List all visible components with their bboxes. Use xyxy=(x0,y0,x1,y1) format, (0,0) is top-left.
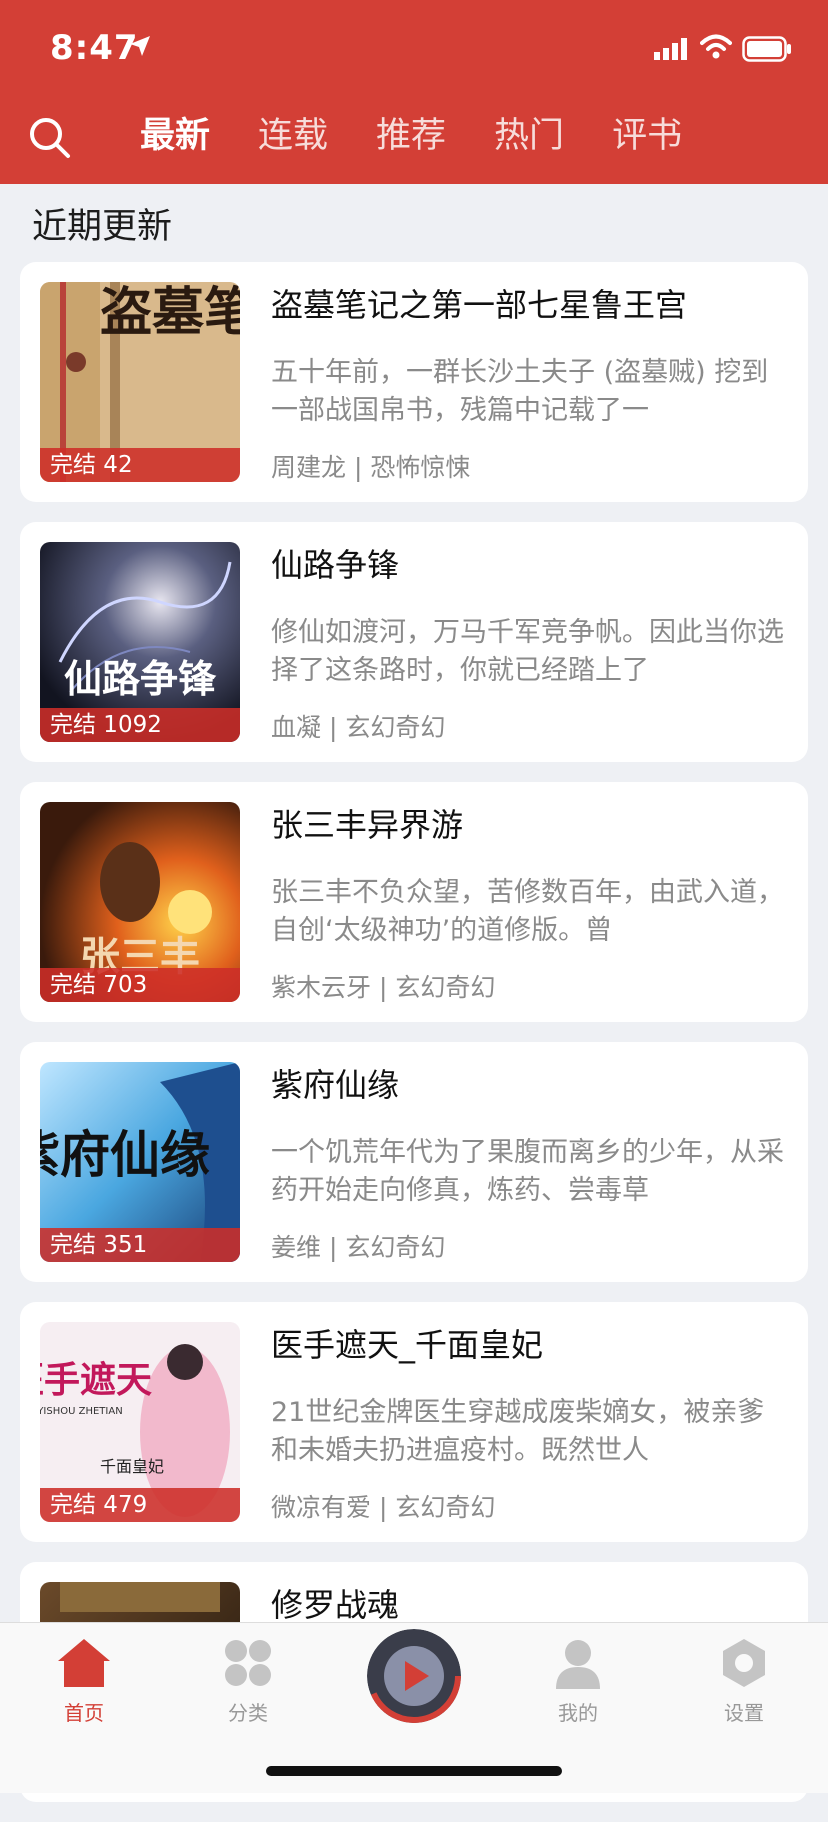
cover-title-text: 医手遮天 xyxy=(40,1360,152,1401)
book-author: 微凉有爱 xyxy=(271,1493,372,1522)
cover-title-text: 盗墓笔 xyxy=(100,283,240,343)
home-indicator[interactable] xyxy=(266,1766,562,1776)
book-card[interactable]: 仙路争锋 完结 1092 仙路争锋 修仙如渡河，万马千军竞争帆。因此当你选择了这… xyxy=(20,522,808,762)
user-icon xyxy=(556,1640,600,1689)
bottom-tab-label: 设置 xyxy=(724,1701,764,1725)
book-description: 一个饥荒年代为了果腹而离乡的少年，从采药开始走向修真，炼药、尝毒草 xyxy=(271,1137,784,1206)
search-icon[interactable] xyxy=(28,116,72,160)
book-card[interactable]: 张三丰 完结 703 张三丰异界游 张三丰不负众望，苦修数百年，由武入道，自创‘… xyxy=(20,782,808,1022)
home-icon xyxy=(58,1639,110,1687)
book-description: 21世纪金牌医生穿越成废柴嫡女，被亲爹和未婚夫扔进瘟疫村。既然世人 xyxy=(271,1397,765,1466)
signal-icon xyxy=(654,38,687,60)
book-author: 紫木云牙 xyxy=(271,973,372,1002)
book-title: 紫府仙缘 xyxy=(271,1066,400,1104)
tab-latest[interactable]: 最新 xyxy=(140,112,210,160)
book-card[interactable]: 医手遮天 YISHOU ZHETIAN 千面皇妃 完结 479 医手遮天_千面皇… xyxy=(20,1302,808,1542)
bottom-tab-label: 我的 xyxy=(558,1701,598,1725)
book-cover: 盗墓笔 完结 42 xyxy=(40,282,240,482)
book-meta: 微凉有爱 | 玄幻奇幻 xyxy=(271,1488,495,1524)
bottom-tab-category[interactable]: 分类 xyxy=(188,1637,308,1726)
book-title: 张三丰异界游 xyxy=(271,806,464,844)
bottom-tab-label: 首页 xyxy=(64,1701,104,1725)
status-badge: 完结 1092 xyxy=(40,708,240,742)
book-card[interactable]: 盗墓笔 完结 42 盗墓笔记之第一部七星鲁王宫 五十年前，一群长沙土夫子 (盗墓… xyxy=(20,262,808,502)
book-genre: 玄幻奇幻 xyxy=(345,713,446,742)
book-cover: 仙路争锋 完结 1092 xyxy=(40,542,240,742)
book-genre: 玄幻奇幻 xyxy=(345,1233,446,1262)
tab-recommended[interactable]: 推荐 xyxy=(376,112,446,160)
battery-icon xyxy=(742,36,791,62)
book-description: 修仙如渡河，万马千军竞争帆。因此当你选择了这条路时，你就已经踏上了 xyxy=(271,617,784,686)
book-cover: 紫府仙缘 完结 351 xyxy=(40,1062,240,1262)
location-arrow-icon xyxy=(130,36,150,56)
book-card[interactable]: 紫府仙缘 完结 351 紫府仙缘 一个饥荒年代为了果腹而离乡的少年，从采药开始走… xyxy=(20,1042,808,1282)
book-genre: 玄幻奇幻 xyxy=(395,973,496,1002)
cover-title-text: 紫府仙缘 xyxy=(40,1126,210,1184)
tab-popular[interactable]: 热门 xyxy=(494,112,564,160)
book-genre: 恐怖惊悚 xyxy=(370,453,471,482)
tab-storytelling[interactable]: 评书 xyxy=(612,112,682,160)
book-meta: 血凝 | 玄幻奇幻 xyxy=(271,708,445,744)
bottom-tab-home[interactable]: 首页 xyxy=(24,1637,144,1726)
section-title: 近期更新 xyxy=(32,207,173,247)
tab-serializing[interactable]: 连载 xyxy=(258,112,328,160)
cover-title-text: 仙路争锋 xyxy=(64,657,217,701)
meta-separator: | xyxy=(378,1493,396,1522)
book-genre: 玄幻奇幻 xyxy=(395,1493,496,1522)
bottom-tab-settings[interactable]: 设置 xyxy=(684,1637,804,1726)
bottom-tab-profile[interactable]: 我的 xyxy=(518,1637,638,1726)
book-description: 五十年前，一群长沙土夫子 (盗墓贼) 挖到一部战国帛书，残篇中记载了一 xyxy=(271,357,769,426)
book-title: 仙路争锋 xyxy=(271,546,400,584)
settings-icon xyxy=(723,1639,765,1687)
book-description: 张三丰不负众望，苦修数百年，由武入道，自创‘太级神功’的道修版。曾 xyxy=(271,877,784,946)
bottom-tab-label: 分类 xyxy=(228,1701,268,1725)
category-icon xyxy=(225,1640,271,1686)
book-title: 盗墓笔记之第一部七星鲁王宫 xyxy=(271,286,688,324)
category-tabs: 最新 连载 推荐 热门 评书 xyxy=(140,112,730,160)
status-badge: 完结 703 xyxy=(40,968,240,1002)
status-time: 8:47 xyxy=(50,28,139,68)
now-playing-disc-icon[interactable] xyxy=(367,1629,461,1723)
status-badge: 完结 479 xyxy=(40,1488,240,1522)
cover-subtitle-text: YISHOU ZHETIAN xyxy=(40,1406,123,1417)
meta-separator: | xyxy=(378,973,396,1002)
book-title: 修罗战魂 xyxy=(271,1586,400,1624)
wifi-icon xyxy=(700,34,732,59)
now-playing-cover xyxy=(367,1629,461,1723)
book-author: 周建龙 xyxy=(271,453,347,482)
cover-subtitle-text: 千面皇妃 xyxy=(100,1457,164,1476)
book-meta: 姜维 | 玄幻奇幻 xyxy=(271,1228,445,1264)
meta-separator: | xyxy=(353,453,371,482)
book-meta: 紫木云牙 | 玄幻奇幻 xyxy=(271,968,495,1004)
status-badge: 完结 42 xyxy=(40,448,240,482)
book-cover: 医手遮天 YISHOU ZHETIAN 千面皇妃 完结 479 xyxy=(40,1322,240,1522)
top-header: 8:47 最新 连载 推荐 热门 评书 xyxy=(0,0,828,184)
book-cover: 张三丰 完结 703 xyxy=(40,802,240,1002)
book-list: 盗墓笔 完结 42 盗墓笔记之第一部七星鲁王宫 五十年前，一群长沙土夫子 (盗墓… xyxy=(20,262,808,1822)
meta-separator: | xyxy=(328,713,346,742)
book-meta: 周建龙 | 恐怖惊悚 xyxy=(271,448,470,484)
book-title: 医手遮天_千面皇妃 xyxy=(271,1326,544,1364)
status-badge: 完结 351 xyxy=(40,1228,240,1262)
meta-separator: | xyxy=(328,1233,346,1262)
book-author: 姜维 xyxy=(271,1233,322,1262)
book-author: 血凝 xyxy=(271,713,322,742)
